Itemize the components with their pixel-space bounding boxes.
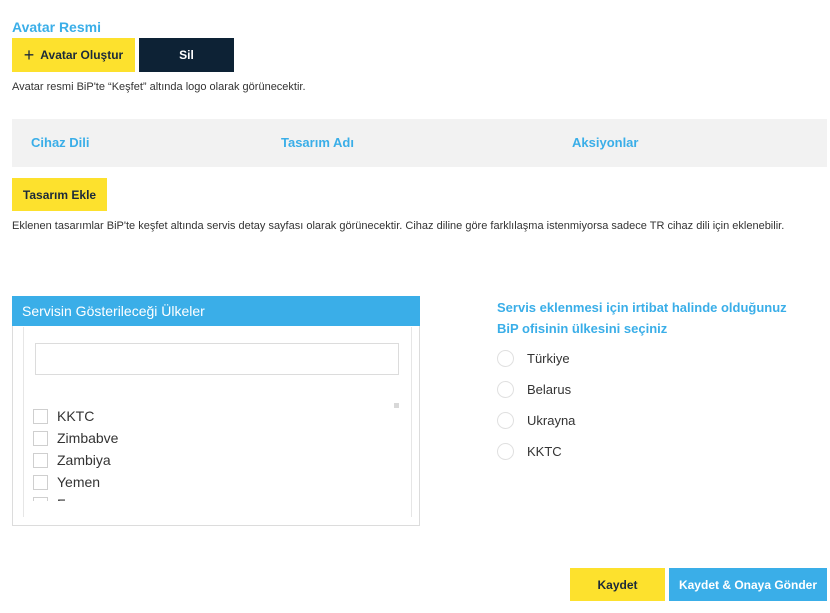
country-item[interactable]: Zimbabve xyxy=(33,427,373,449)
country-label: Yemen xyxy=(57,474,101,490)
create-avatar-label: Avatar Oluştur xyxy=(40,48,124,62)
country-label: Zambiya xyxy=(57,452,111,468)
radio-button[interactable] xyxy=(497,381,514,398)
office-option[interactable]: Türkiye xyxy=(497,350,570,367)
countries-panel-title: Servisin Gösterileceği Ülkeler xyxy=(12,296,420,326)
office-option-label: Türkiye xyxy=(527,351,570,366)
radio-button[interactable] xyxy=(497,443,514,460)
radio-button[interactable] xyxy=(497,350,514,367)
country-label: Zimbabve xyxy=(57,430,119,446)
office-option[interactable]: Ukrayna xyxy=(497,412,575,429)
plus-icon: + xyxy=(23,45,35,65)
country-checkbox[interactable] xyxy=(33,496,48,501)
add-design-button[interactable]: Tasarım Ekle xyxy=(12,178,107,211)
save-label: Kaydet xyxy=(597,577,638,592)
office-option[interactable]: Belarus xyxy=(497,381,571,398)
save-button[interactable]: Kaydet xyxy=(570,568,665,601)
design-note: Eklenen tasarımlar BiP'te keşfet altında… xyxy=(12,220,785,232)
country-item[interactable]: Zambiya xyxy=(33,449,373,471)
radio-button[interactable] xyxy=(497,412,514,429)
delete-avatar-button[interactable]: Sil xyxy=(139,38,234,72)
create-avatar-button[interactable]: + Avatar Oluştur xyxy=(12,38,135,72)
avatar-section-title: Avatar Resmi xyxy=(12,19,101,35)
office-option-label: Ukrayna xyxy=(527,413,576,428)
office-option-label: KKTC xyxy=(527,444,562,459)
column-actions: Aksiyonlar xyxy=(572,135,639,150)
office-option[interactable]: KKTC xyxy=(497,443,562,460)
countries-panel: Servisin Gösterileceği Ülkeler KKTC Zimba… xyxy=(12,296,420,526)
delete-avatar-label: Sil xyxy=(179,48,194,62)
country-label: KKTC xyxy=(57,408,95,424)
office-question-title: Servis eklenmesi için irtibat halinde ol… xyxy=(497,300,787,336)
scrollbar-thumb[interactable] xyxy=(394,403,399,408)
add-design-label: Tasarım Ekle xyxy=(22,187,97,202)
office-option-label: Belarus xyxy=(527,382,572,397)
country-checkbox[interactable] xyxy=(33,408,48,424)
column-device-language: Cihaz Dili xyxy=(31,135,90,150)
country-label: Faş xyxy=(57,496,80,501)
country-item[interactable]: Faş xyxy=(33,493,373,501)
save-and-submit-label: Kaydet & Onaya Gönder xyxy=(678,577,818,592)
save-and-submit-button[interactable]: Kaydet & Onaya Gönder xyxy=(669,568,827,601)
country-checkbox[interactable] xyxy=(33,452,48,468)
country-checkbox[interactable] xyxy=(33,430,48,446)
country-checkbox[interactable] xyxy=(33,474,48,490)
country-item[interactable]: Yemen xyxy=(33,471,373,493)
country-list: KKTC Zimbabve Zambiya Yemen Faş xyxy=(33,405,373,501)
column-design-name: Tasarım Adı xyxy=(281,135,354,150)
country-search-input[interactable] xyxy=(35,343,399,375)
avatar-note: Avatar resmi BiP'te “Keşfet” altında log… xyxy=(12,81,306,93)
country-item[interactable]: KKTC xyxy=(33,405,373,427)
designs-table-header: Cihaz Dili Tasarım Adı Aksiyonlar xyxy=(12,119,827,167)
